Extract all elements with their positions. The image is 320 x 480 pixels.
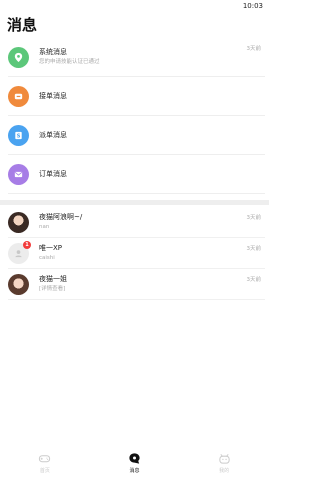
profile-icon — [218, 453, 230, 464]
tab-messages-label: 消息 — [129, 467, 140, 474]
avatar — [8, 273, 29, 295]
order-accept-icon — [8, 85, 29, 107]
system-message-title: 系统消息 — [39, 48, 67, 56]
gamepad-icon — [39, 454, 51, 462]
avatar — [8, 211, 29, 233]
tab-home-label: 首页 — [39, 467, 50, 474]
svg-text:S: S — [17, 133, 21, 139]
status-time: 10:03 — [242, 2, 263, 10]
chat-name: 唯一XP — [39, 244, 63, 252]
tab-profile[interactable]: 我的 — [194, 452, 254, 474]
bottom-tab-bar: 首页 消息 我的 — [0, 445, 269, 480]
dispatch-message-item[interactable]: S 派单消息 — [8, 116, 265, 155]
order-message-item[interactable]: 订单消息 — [8, 155, 265, 194]
order-accept-title: 接单消息 — [39, 91, 67, 100]
avatar: 1 — [8, 240, 31, 264]
dispatch-icon: S — [8, 124, 29, 146]
message-time: 3天前 — [246, 46, 262, 52]
page-title: 消息 — [7, 16, 38, 34]
chat-preview: nan — [39, 224, 50, 230]
chat-preview: [详情查看] — [39, 286, 66, 292]
chat-time: 3天前 — [246, 215, 262, 221]
chat-name: 夜猫一姐 — [39, 275, 67, 283]
chat-item[interactable]: 夜猫阿浪啊~/ nan 3天前 — [8, 207, 265, 238]
tab-home[interactable]: 首页 — [15, 452, 75, 474]
order-accept-message-item[interactable]: 接单消息 — [8, 77, 265, 116]
chat-bubble-icon — [129, 452, 140, 464]
chat-item[interactable]: 夜猫一姐 [详情查看] 3天前 — [8, 269, 265, 300]
chat-name: 夜猫阿浪啊~/ — [39, 213, 83, 221]
unread-badge: 1 — [23, 240, 31, 249]
dispatch-title: 派单消息 — [39, 130, 67, 139]
tab-messages[interactable]: 消息 — [104, 452, 164, 474]
system-message-subtitle: 您的申请技能认证已通过 — [39, 59, 100, 65]
system-message-item[interactable]: 系统消息 您的申请技能认证已通过 3天前 — [8, 38, 265, 77]
location-pin-icon — [8, 46, 29, 68]
envelope-icon — [8, 163, 29, 185]
section-divider — [0, 200, 269, 205]
chat-time: 3天前 — [246, 246, 262, 252]
chat-time: 3天前 — [246, 277, 262, 283]
system-message-list: 系统消息 您的申请技能认证已通过 3天前 接单消息 S 派单消息 订单消息 — [0, 38, 269, 194]
chat-item[interactable]: 1 唯一XP caishi 3天前 — [8, 238, 265, 269]
chat-preview: caishi — [39, 255, 55, 261]
tab-profile-label: 我的 — [219, 467, 230, 474]
order-message-title: 订单消息 — [39, 169, 67, 178]
chat-list: 夜猫阿浪啊~/ nan 3天前 1 唯一XP caishi 3天前 夜猫一姐 [… — [0, 207, 269, 300]
status-bar: 10:03 — [0, 0, 269, 12]
